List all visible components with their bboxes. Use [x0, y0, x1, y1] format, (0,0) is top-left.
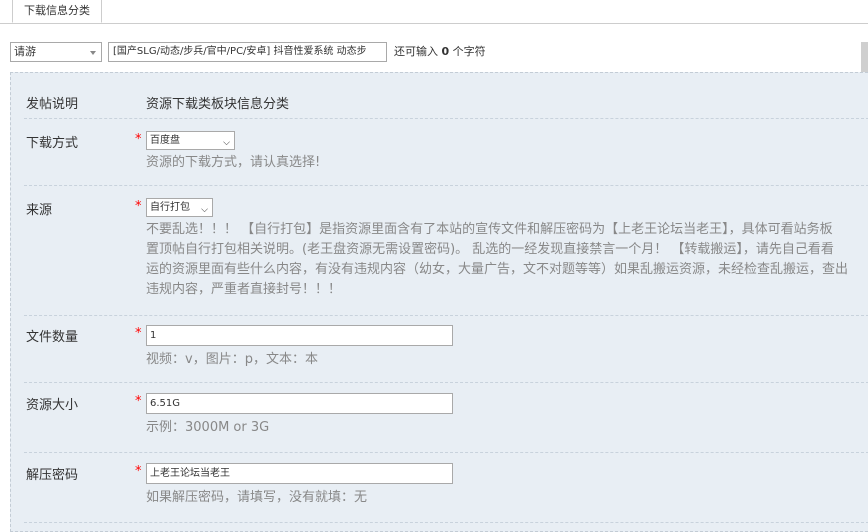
title-input[interactable]: [国产SLG/动态/步兵/官中/PC/安卓] 抖音性爱系统 动态步: [108, 42, 387, 62]
file-count-row: 文件数量 * 1 视频：v，图片：p，文本：本: [24, 316, 868, 383]
method-row: 下载方式 * 百度盘 ⌵ 资源的下载方式，请认真选择!: [24, 119, 868, 186]
password-required-mark: *: [135, 464, 142, 479]
password-row: 解压密码 * 上老王论坛当老王 如果解压密码，请填写，没有就填：无: [24, 453, 868, 523]
method-select[interactable]: 百度盘 ⌵: [146, 131, 235, 150]
note-label: 发帖说明: [26, 97, 79, 112]
counter-suffix: 个字符: [452, 45, 486, 58]
size-label: 资源大小: [26, 398, 79, 413]
chevron-down-icon: [90, 51, 96, 55]
tab-download-info[interactable]: 下载信息分类: [12, 0, 102, 23]
source-hint-line: 置顶帖自行打包相关说明。(老王盘资源无需设置密码)。 乱选的一经发现直接禁言一个…: [146, 242, 834, 257]
method-label: 下载方式: [26, 136, 79, 151]
method-required-mark: *: [135, 132, 142, 147]
subject-row: 请游 [国产SLG/动态/步兵/官中/PC/安卓] 抖音性爱系统 动态步 还可输…: [10, 42, 868, 62]
source-required-mark: *: [135, 199, 142, 214]
chevron-down-icon: ⌵: [223, 138, 230, 148]
file-count-required-mark: *: [135, 326, 142, 341]
source-label: 来源: [26, 203, 53, 218]
file-count-input[interactable]: 1: [146, 325, 453, 346]
size-input[interactable]: 6.51G: [146, 393, 453, 414]
password-hint: 如果解压密码，请填写，没有就填：无: [146, 490, 368, 505]
source-select[interactable]: 自行打包 ⌵: [146, 198, 213, 217]
source-hint-line: 运的资源里面有些什么内容，有没有违规内容（幼女，大量广告，文不对题等等）如果乱搬…: [146, 262, 849, 277]
size-hint: 示例：3000M or 3G: [146, 420, 270, 435]
file-count-label: 文件数量: [26, 330, 79, 345]
counter-number: 0: [441, 45, 450, 58]
counter-prefix: 还可输入: [394, 45, 438, 58]
size-row: 资源大小 * 6.51G 示例：3000M or 3G: [24, 383, 868, 453]
method-hint: 资源的下载方式，请认真选择!: [146, 155, 321, 170]
info-panel: 发帖说明 资源下载类板块信息分类 下载方式 * 百度盘 ⌵ 资源的下载方式，请认…: [10, 72, 868, 532]
file-count-hint: 视频：v，图片：p，文本：本: [146, 352, 318, 367]
thread-type-select[interactable]: 请游: [10, 42, 102, 62]
thread-type-value: 请游: [14, 45, 36, 58]
method-selected: 百度盘: [150, 135, 180, 146]
char-counter: 还可输入 0 个字符: [394, 42, 486, 62]
source-hint-line: 违规内容，严重者直接封号！！！: [146, 282, 342, 297]
chevron-down-icon: ⌵: [201, 205, 208, 215]
source-hint-line: 不要乱选！！！ 【自行打包】是指资源里面含有了本站的宣传文件和解压密码为【上老王…: [146, 222, 833, 237]
note-value: 资源下载类板块信息分类: [146, 97, 290, 112]
source-selected: 自行打包: [150, 202, 190, 213]
scrollbar[interactable]: [861, 42, 868, 72]
source-row: 来源 * 自行打包 ⌵ 不要乱选！！！ 【自行打包】是指资源里面含有了本站的宣传…: [24, 186, 868, 316]
size-required-mark: *: [135, 394, 142, 409]
password-label: 解压密码: [26, 468, 79, 483]
source-hint: 不要乱选！！！ 【自行打包】是指资源里面含有了本站的宣传文件和解压密码为【上老王…: [146, 220, 868, 300]
tab-bar: 下载信息分类: [0, 0, 868, 24]
password-input[interactable]: 上老王论坛当老王: [146, 463, 453, 484]
note-row: 发帖说明 资源下载类板块信息分类: [24, 73, 868, 119]
